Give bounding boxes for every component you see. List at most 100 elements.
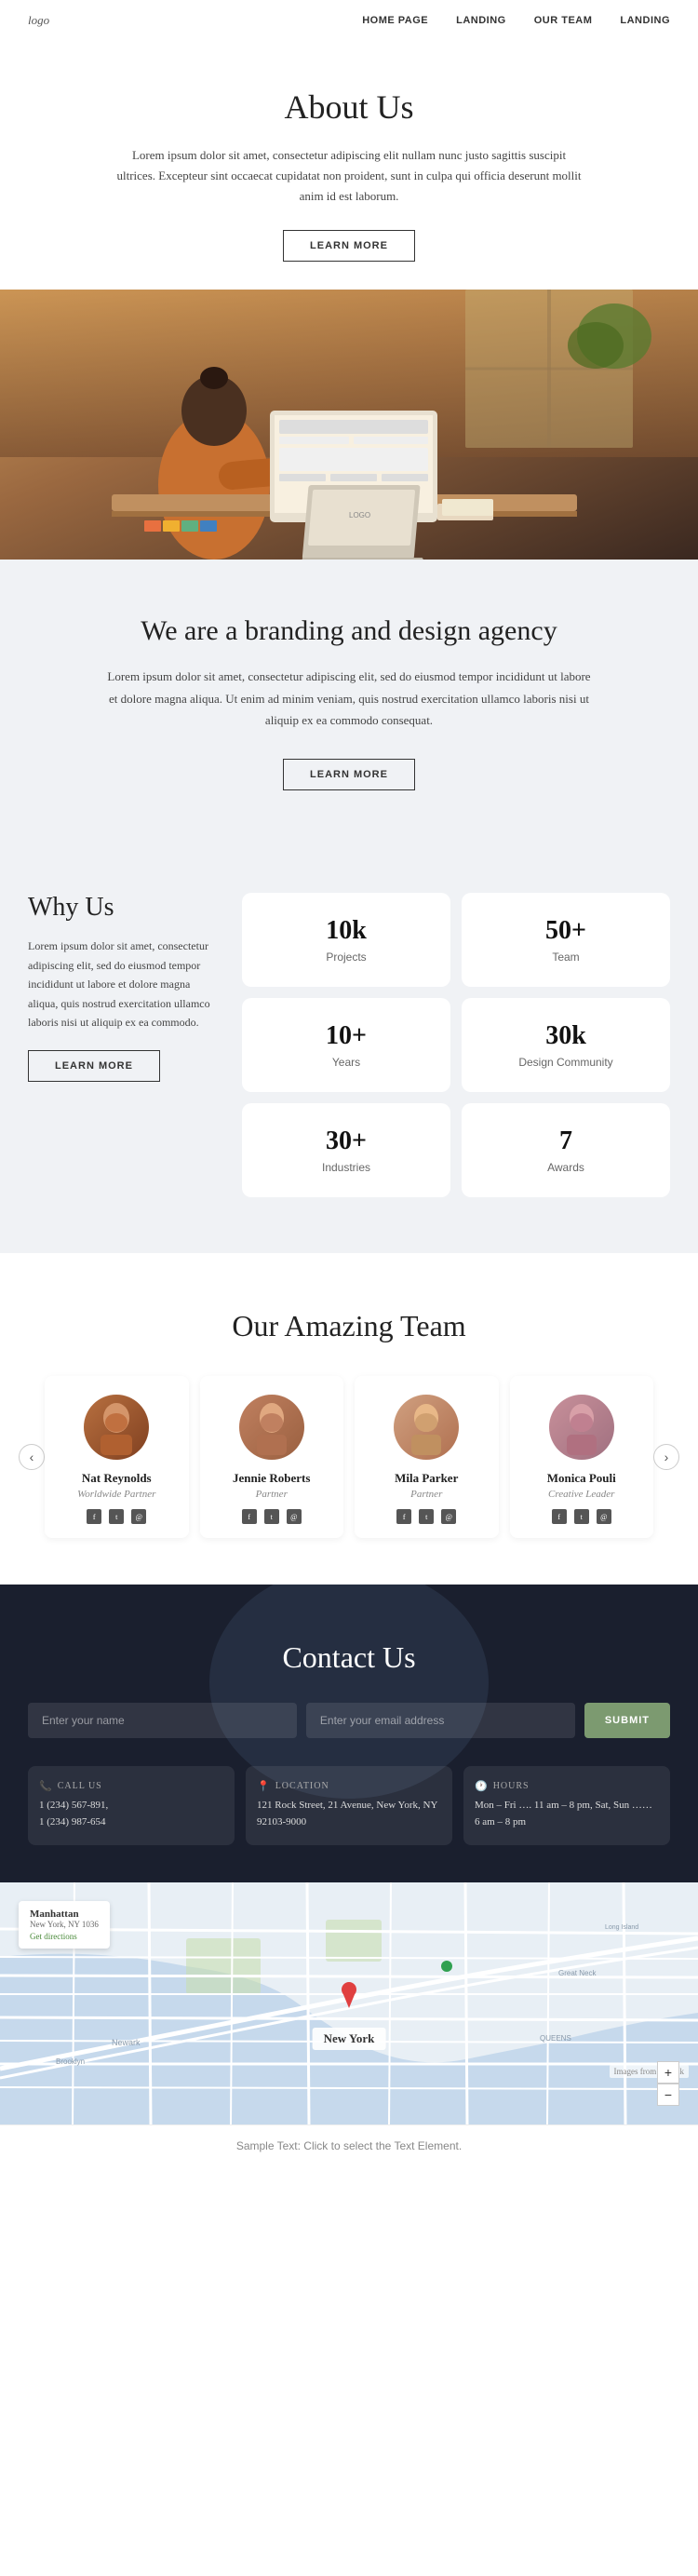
contact-card-location-line1: 121 Rock Street, 21 Avenue, New York, NY — [257, 1798, 441, 1814]
svg-text:Long Island: Long Island — [605, 1924, 638, 1931]
svg-text:LOGO: LOGO — [349, 511, 370, 519]
map-zoom-controls: + − — [657, 2061, 679, 2106]
avatar-nat-reynolds — [84, 1395, 149, 1460]
avatar-monica-pouli — [549, 1395, 614, 1460]
social-icons-2: f t @ — [369, 1509, 485, 1524]
about-title: About Us — [74, 88, 624, 127]
instagram-icon-1: @ — [287, 1509, 302, 1524]
facebook-icon-2: f — [396, 1509, 411, 1524]
stat-card-projects: 10k Projects — [242, 893, 450, 987]
stat-label-years: Years — [256, 1056, 436, 1069]
carousel-prev-button[interactable]: ‹ — [19, 1444, 45, 1470]
team-role-0: Worldwide Partner — [59, 1489, 175, 1500]
team-role-3: Creative Leader — [524, 1489, 640, 1500]
team-card-1: Jennie Roberts Partner f t @ — [200, 1376, 344, 1538]
contact-name-input[interactable] — [28, 1703, 297, 1738]
instagram-icon-0: @ — [131, 1509, 146, 1524]
why-us-title: Why Us — [28, 893, 214, 923]
team-name-1: Jennie Roberts — [214, 1471, 330, 1486]
why-us-section: Why Us Lorem ipsum dolor sit amet, conse… — [0, 837, 698, 1253]
stat-label-community: Design Community — [476, 1056, 656, 1069]
map-zoom-out-button[interactable]: − — [657, 2084, 679, 2106]
map-section: Newark Brooklyn Great Neck QUEENS Long I… — [0, 1882, 698, 2124]
logo: logo — [28, 13, 49, 28]
branding-section: We are a branding and design agency Lore… — [0, 560, 698, 837]
contact-card-call: 📞 CALL US 1 (234) 567-891, 1 (234) 987-6… — [28, 1766, 235, 1844]
map-directions-link[interactable]: Get directions — [30, 1932, 99, 1941]
contact-card-call-line1: 1 (234) 567-891, — [39, 1798, 223, 1814]
team-card-0: Nat Reynolds Worldwide Partner f t @ — [45, 1376, 189, 1538]
stat-card-years: 10+ Years — [242, 998, 450, 1092]
stat-card-awards: 7 Awards — [462, 1103, 670, 1197]
stat-card-industries: 30+ Industries — [242, 1103, 450, 1197]
map-info-title: Manhattan — [30, 1908, 99, 1920]
map-background: Newark Brooklyn Great Neck QUEENS Long I… — [0, 1882, 698, 2124]
stat-card-team: 50+ Team — [462, 893, 670, 987]
sample-text: Sample Text: Click to select the Text El… — [0, 2124, 698, 2166]
stat-num-years: 10+ — [256, 1021, 436, 1051]
instagram-icon-3: @ — [597, 1509, 611, 1524]
carousel-next-button[interactable]: › — [653, 1444, 679, 1470]
svg-text:QUEENS: QUEENS — [540, 2034, 571, 2043]
twitter-icon-2: t — [419, 1509, 434, 1524]
twitter-icon-3: t — [574, 1509, 589, 1524]
instagram-icon-2: @ — [441, 1509, 456, 1524]
branding-learn-more-button[interactable]: LEARN MORE — [283, 759, 415, 790]
hero-image: LOGO — [0, 290, 698, 560]
stat-num-community: 30k — [476, 1021, 656, 1051]
map-info-box: Manhattan New York, NY 1036 Get directio… — [19, 1901, 110, 1949]
avatar-jennie-roberts — [239, 1395, 304, 1460]
contact-card-hours-line2: 6 am – 8 pm — [475, 1814, 659, 1831]
nav-homepage[interactable]: HOME PAGE — [362, 15, 428, 26]
svg-text:Brooklyn: Brooklyn — [56, 2057, 85, 2066]
nav-links: HOME PAGE LANDING OUR TEAM LANDING — [362, 15, 670, 26]
twitter-icon-1: t — [264, 1509, 279, 1524]
svg-text:Great Neck: Great Neck — [558, 1969, 597, 1977]
nav-landing-1[interactable]: LANDING — [456, 15, 506, 26]
hero-svg: LOGO — [0, 290, 698, 560]
phone-icon: 📞 — [39, 1780, 53, 1792]
team-section: Our Amazing Team ‹ Nat Reynolds Worldwid… — [0, 1253, 698, 1585]
contact-card-location-line2: 92103-9000 — [257, 1814, 441, 1831]
contact-card-call-title: 📞 CALL US — [39, 1780, 223, 1792]
team-title: Our Amazing Team — [19, 1309, 679, 1343]
stat-card-community: 30k Design Community — [462, 998, 670, 1092]
stat-label-industries: Industries — [256, 1161, 436, 1174]
stat-num-projects: 10k — [256, 916, 436, 946]
contact-card-hours-line1: Mon – Fri …. 11 am – 8 pm, Sat, Sun …… — [475, 1798, 659, 1814]
nav-our-team[interactable]: OUR TEAM — [534, 15, 593, 26]
branding-description: Lorem ipsum dolor sit amet, consectetur … — [107, 666, 591, 731]
team-role-2: Partner — [369, 1489, 485, 1500]
avatar-mila-parker — [394, 1395, 459, 1460]
branding-title: We are a branding and design agency — [74, 615, 624, 647]
team-card-3: Monica Pouli Creative Leader f t @ — [510, 1376, 654, 1538]
team-role-1: Partner — [214, 1489, 330, 1500]
facebook-icon-3: f — [552, 1509, 567, 1524]
stat-num-awards: 7 — [476, 1126, 656, 1156]
contact-email-input[interactable] — [306, 1703, 575, 1738]
contact-submit-button[interactable]: SUBMIT — [584, 1703, 670, 1738]
twitter-icon-0: t — [109, 1509, 124, 1524]
stat-label-projects: Projects — [256, 951, 436, 964]
about-description: Lorem ipsum dolor sit amet, consectetur … — [116, 145, 582, 207]
team-name-0: Nat Reynolds — [59, 1471, 175, 1486]
contact-section: Contact Us SUBMIT 📞 CALL US 1 (234) 567-… — [0, 1585, 698, 1881]
map-info-subtitle: New York, NY 1036 — [30, 1920, 99, 1929]
stat-label-awards: Awards — [476, 1161, 656, 1174]
nav-landing-2[interactable]: LANDING — [620, 15, 670, 26]
why-us-learn-more-button[interactable]: LEARN MORE — [28, 1050, 160, 1082]
contact-card-hours-title: 🕐 HOURS — [475, 1780, 659, 1792]
map-city-label: New York — [313, 2028, 386, 2050]
about-learn-more-button[interactable]: LEARN MORE — [283, 230, 415, 262]
about-section: About Us Lorem ipsum dolor sit amet, con… — [0, 41, 698, 290]
team-carousel: ‹ Nat Reynolds Worldwide Partner f t @ — [19, 1376, 679, 1538]
facebook-icon-0: f — [87, 1509, 101, 1524]
desk-scene: LOGO — [0, 290, 698, 560]
map-zoom-in-button[interactable]: + — [657, 2061, 679, 2084]
navigation: logo HOME PAGE LANDING OUR TEAM LANDING — [0, 0, 698, 41]
contact-card-location-title: 📍 LOCATION — [257, 1780, 441, 1792]
svg-text:Newark: Newark — [112, 2038, 141, 2047]
contact-title: Contact Us — [28, 1640, 670, 1675]
clock-icon: 🕐 — [475, 1780, 489, 1792]
stat-label-team: Team — [476, 951, 656, 964]
